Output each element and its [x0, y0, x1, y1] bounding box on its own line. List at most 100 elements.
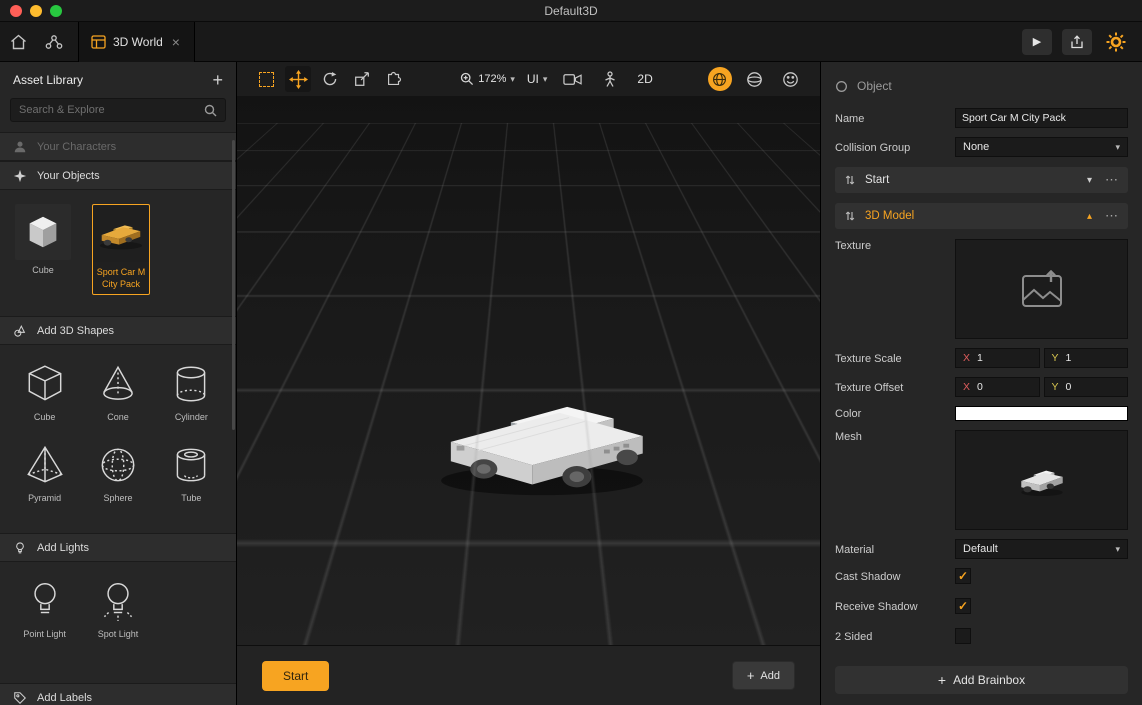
- section-add-lights[interactable]: Add Lights: [0, 533, 236, 562]
- titlebar: Default3D: [0, 0, 1142, 22]
- search-input[interactable]: [19, 104, 204, 116]
- tab-close-icon[interactable]: ×: [170, 35, 182, 49]
- nav-right-actions: ▶: [1022, 28, 1142, 56]
- add-brainbox-label: Add Brainbox: [953, 673, 1025, 687]
- shape-tile-cylinder[interactable]: Cylinder: [168, 361, 214, 422]
- chevron-down-icon: ▾: [1115, 544, 1120, 555]
- collision-group-dropdown[interactable]: None ▾: [955, 137, 1128, 157]
- chevron-up-icon[interactable]: ▴: [1087, 211, 1092, 222]
- emoji-button[interactable]: [778, 66, 804, 92]
- character-pose-button[interactable]: [597, 66, 623, 92]
- cone-wireframe-icon: [95, 361, 141, 407]
- play-icon: ▶: [1033, 35, 1041, 48]
- add-scene-button[interactable]: + Add: [732, 661, 795, 690]
- shape-tile-pyramid[interactable]: Pyramid: [22, 442, 68, 503]
- texture-scale-y-input[interactable]: Y 1: [1044, 348, 1129, 368]
- light-tile-point[interactable]: Point Light: [22, 578, 68, 639]
- name-label: Name: [835, 112, 955, 125]
- car-model[interactable]: [414, 369, 666, 505]
- ui-layer-dropdown[interactable]: UI ▾: [527, 72, 548, 86]
- tube-wireframe-icon: [168, 442, 214, 488]
- zoom-control[interactable]: 172% ▾: [460, 72, 515, 86]
- mesh-row: Mesh: [835, 430, 1128, 530]
- section-your-characters[interactable]: Your Characters: [0, 132, 236, 161]
- inspector-header: Object: [835, 76, 1128, 96]
- shape-tile-sphere[interactable]: Sphere: [95, 442, 141, 503]
- color-label: Color: [835, 407, 955, 420]
- receive-shadow-checkbox[interactable]: ✓: [955, 598, 971, 614]
- snap-tool-button[interactable]: [381, 66, 407, 92]
- asset-tile-cube[interactable]: Cube: [14, 204, 72, 277]
- light-tile-spot[interactable]: Spot Light: [95, 578, 141, 639]
- chevron-down-icon: ▾: [510, 74, 515, 85]
- cube-thumbnail: [15, 204, 71, 260]
- tab-label: 3D World: [113, 35, 163, 49]
- start-section-title: Start: [865, 174, 889, 186]
- shape-tile-cube[interactable]: Cube: [22, 361, 68, 422]
- shape-tile-cone[interactable]: Cone: [95, 361, 141, 422]
- export-button[interactable]: [1062, 29, 1092, 55]
- start-section-bar[interactable]: Start ▾ ⋯: [835, 167, 1128, 193]
- cast-shadow-checkbox[interactable]: ✓: [955, 568, 971, 584]
- two-sided-checkbox[interactable]: [955, 628, 971, 644]
- two-sided-row: 2 Sided: [835, 628, 1128, 644]
- home-button[interactable]: [0, 22, 36, 62]
- play-button[interactable]: ▶: [1022, 29, 1052, 55]
- viewport-column: 172% ▾ UI ▾ 2D: [237, 62, 820, 705]
- move-icon: [289, 70, 308, 89]
- rotate-tool-button[interactable]: [317, 66, 343, 92]
- shapes-grid: Cube Cone Cylinder Pyramid: [0, 345, 236, 533]
- ground-grid: [237, 96, 820, 123]
- sidebar-scrollbar[interactable]: [232, 140, 235, 430]
- texture-scale-x-input[interactable]: X 1: [955, 348, 1040, 368]
- texture-offset-x-input[interactable]: X 0: [955, 377, 1040, 397]
- add-asset-button[interactable]: +: [212, 71, 223, 89]
- viewport-canvas[interactable]: [237, 96, 820, 645]
- scale-tool-button[interactable]: [349, 66, 375, 92]
- move-tool-button[interactable]: [285, 66, 311, 92]
- select-tool-button[interactable]: [253, 66, 279, 92]
- texture-offset-y-input[interactable]: Y 0: [1044, 377, 1129, 397]
- scene-icon: [91, 35, 106, 49]
- transform-tools: [253, 66, 407, 92]
- add-brainbox-button[interactable]: + Add Brainbox: [835, 666, 1128, 694]
- asset-tile-sport-car[interactable]: Sport Car M City Pack: [92, 204, 150, 295]
- zoom-value: 172%: [478, 73, 506, 85]
- model-section-bar[interactable]: 3D Model ▴ ⋯: [835, 203, 1128, 229]
- section-your-objects[interactable]: Your Objects: [0, 161, 236, 190]
- section-add-labels[interactable]: Add Labels: [0, 683, 236, 705]
- name-input[interactable]: [955, 108, 1128, 128]
- navbar: 3D World × ▶: [0, 22, 1142, 62]
- shape-label: Cube: [34, 412, 56, 422]
- start-scene-button[interactable]: Start: [262, 661, 329, 691]
- color-swatch[interactable]: [955, 406, 1128, 421]
- camera-icon: [563, 72, 582, 87]
- collision-group-row: Collision Group None ▾: [835, 137, 1128, 157]
- toggle-2d-button[interactable]: 2D: [635, 72, 654, 86]
- light-label: Point Light: [23, 629, 66, 639]
- texture-offset-label: Texture Offset: [835, 381, 955, 394]
- name-row: Name: [835, 108, 1128, 128]
- model-section-title: 3D Model: [865, 210, 914, 222]
- section-add-3d-shapes[interactable]: Add 3D Shapes: [0, 316, 236, 345]
- mesh-preview[interactable]: [955, 430, 1128, 530]
- texture-dropzone[interactable]: [955, 239, 1128, 339]
- plus-icon: +: [938, 673, 946, 687]
- rotate-icon: [321, 70, 339, 88]
- mindmap-icon: [45, 34, 63, 50]
- more-options-icon[interactable]: ⋯: [1105, 172, 1119, 188]
- puzzle-icon: [385, 70, 403, 88]
- shape-tile-tube[interactable]: Tube: [168, 442, 214, 503]
- material-dropdown[interactable]: Default ▾: [955, 539, 1128, 559]
- world-view-button[interactable]: [708, 67, 732, 91]
- more-options-icon[interactable]: ⋯: [1105, 208, 1119, 224]
- export-icon: [1070, 35, 1084, 49]
- chevron-down-icon[interactable]: ▾: [1087, 175, 1092, 186]
- settings-button[interactable]: [1102, 28, 1130, 56]
- mindmap-button[interactable]: [36, 22, 72, 62]
- tab-3d-world[interactable]: 3D World ×: [78, 22, 195, 62]
- chevron-down-icon: ▾: [1115, 142, 1120, 153]
- atmosphere-button[interactable]: [742, 66, 768, 92]
- asset-library-title: Asset Library: [13, 73, 212, 87]
- camera-button[interactable]: [559, 66, 585, 92]
